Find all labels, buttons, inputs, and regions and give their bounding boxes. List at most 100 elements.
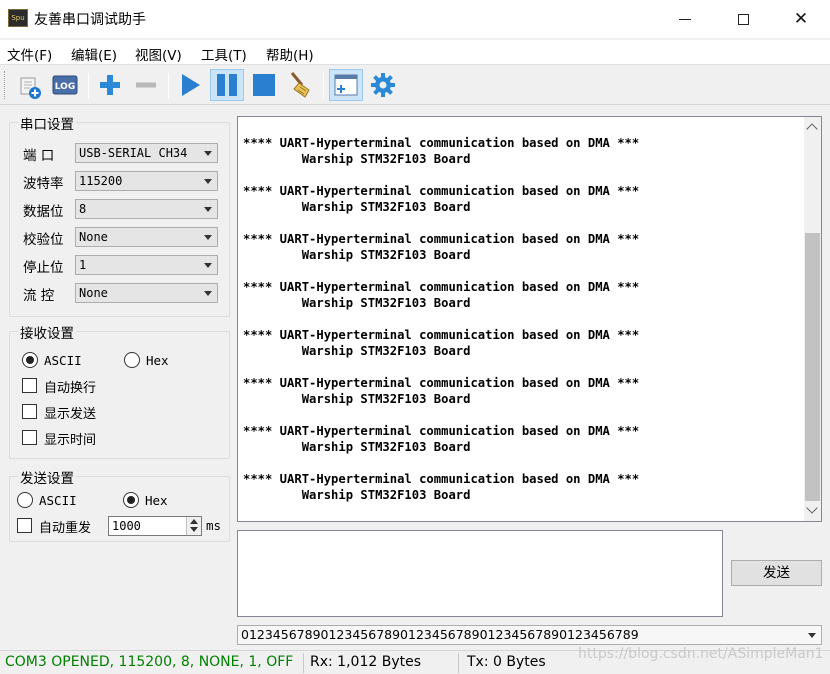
receive-line: Warship STM32F103 Board xyxy=(243,344,471,358)
receive-line xyxy=(243,311,639,327)
port-select[interactable]: USB-SERIAL CH34 xyxy=(75,143,218,163)
chevron-down-icon xyxy=(808,633,816,638)
parity-label: 校验位 xyxy=(23,232,64,248)
parity-select[interactable]: None xyxy=(75,227,218,247)
menu-view[interactable]: 视图(V) xyxy=(135,44,182,64)
send-ascii-label: ASCII xyxy=(39,493,77,508)
window-title: 友善串口调试助手 xyxy=(34,12,146,28)
menu-tools[interactable]: 工具(T) xyxy=(201,44,247,64)
maximize-button[interactable] xyxy=(720,0,766,38)
clear-button[interactable] xyxy=(284,69,318,101)
receive-line: **** UART-Hyperterminal communication ba… xyxy=(243,136,640,150)
close-button[interactable]: ✕ xyxy=(778,0,824,38)
port-value: USB-SERIAL CH34 xyxy=(79,146,188,160)
scroll-thumb[interactable] xyxy=(805,233,820,501)
add-window-button[interactable] xyxy=(329,69,363,101)
settings-button[interactable] xyxy=(366,69,400,101)
receive-line: Warship STM32F103 Board xyxy=(243,152,471,166)
send-history-select[interactable]: 0123456789012345678901234567890123456789… xyxy=(237,625,822,645)
auto-wrap-checkbox[interactable] xyxy=(22,378,37,393)
send-ascii-radio[interactable] xyxy=(17,492,33,508)
auto-resend-label: 自动重发 xyxy=(39,521,92,536)
remove-button[interactable] xyxy=(129,69,163,101)
receive-hex-label: Hex xyxy=(146,353,169,368)
clear-broom-icon xyxy=(290,72,310,98)
chevron-down-icon xyxy=(204,179,212,184)
receive-line: Warship STM32F103 Board xyxy=(243,392,471,406)
receive-settings-title: 接收设置 xyxy=(18,322,76,342)
minimize-button[interactable] xyxy=(662,0,708,38)
scroll-down-icon[interactable] xyxy=(806,502,818,514)
receive-line: **** UART-Hyperterminal communication ba… xyxy=(243,280,640,294)
chevron-down-icon xyxy=(204,291,212,296)
spin-down-icon[interactable] xyxy=(190,527,198,532)
pause-button[interactable] xyxy=(210,69,244,101)
receive-text-area[interactable]: **** UART-Hyperterminal communication ba… xyxy=(237,116,822,522)
send-history-value: 0123456789012345678901234567890123456789… xyxy=(241,627,639,642)
log-icon-text: LOG xyxy=(55,82,75,92)
send-text-area[interactable] xyxy=(237,530,723,617)
chevron-down-icon xyxy=(204,235,212,240)
receive-ascii-label: ASCII xyxy=(44,353,82,368)
app-icon: Spu xyxy=(8,9,28,27)
show-send-checkbox[interactable] xyxy=(22,404,37,419)
serial-settings-title: 串口设置 xyxy=(18,113,76,133)
toolbar-separator xyxy=(88,73,89,99)
interval-spinner[interactable] xyxy=(186,517,201,535)
close-icon: ✕ xyxy=(793,8,809,29)
settings-gear-icon xyxy=(371,73,395,97)
menu-help[interactable]: 帮助(H) xyxy=(266,44,314,64)
receive-line xyxy=(243,167,639,183)
data-bits-value: 8 xyxy=(79,202,87,216)
rx-count: Rx: 1,012 Bytes xyxy=(310,654,421,670)
flow-control-select[interactable]: None xyxy=(75,283,218,303)
stop-icon xyxy=(253,74,275,96)
resend-interval-value: 1000 xyxy=(112,519,141,533)
scroll-up-icon[interactable] xyxy=(806,123,818,135)
title-bar: Spu 友善串口调试助手 ✕ xyxy=(0,0,830,38)
stop-bits-value: 1 xyxy=(79,258,87,272)
receive-line xyxy=(243,215,639,231)
receive-hex-radio[interactable] xyxy=(124,352,140,368)
log-icon: LOG xyxy=(52,75,78,95)
add-icon xyxy=(100,75,120,95)
menu-edit[interactable]: 编辑(E) xyxy=(71,44,117,64)
add-button[interactable] xyxy=(93,69,127,101)
remove-icon xyxy=(136,82,156,88)
toolbar-separator xyxy=(323,73,324,99)
show-send-label: 显示发送 xyxy=(44,407,97,422)
stop-button[interactable] xyxy=(247,69,281,101)
receive-line xyxy=(243,455,639,471)
send-hex-radio[interactable] xyxy=(123,492,139,508)
receive-scrollbar[interactable] xyxy=(804,117,821,521)
resend-interval-input[interactable]: 1000 xyxy=(108,516,202,536)
log-button[interactable]: LOG xyxy=(48,69,82,101)
send-settings-title: 发送设置 xyxy=(18,467,76,487)
tx-count: Tx: 0 Bytes xyxy=(467,654,546,670)
send-hex-label: Hex xyxy=(145,493,168,508)
baud-rate-label: 波特率 xyxy=(23,176,64,192)
port-label: 端 口 xyxy=(23,148,55,164)
menu-file[interactable]: 文件(F) xyxy=(7,44,52,64)
spin-up-icon[interactable] xyxy=(190,519,198,524)
stop-bits-label: 停止位 xyxy=(23,260,64,276)
chevron-down-icon xyxy=(204,151,212,156)
minimize-icon xyxy=(679,18,691,20)
start-button[interactable] xyxy=(173,69,207,101)
receive-line xyxy=(243,263,639,279)
maximize-icon xyxy=(737,13,749,25)
add-window-icon xyxy=(334,74,358,96)
stop-bits-select[interactable]: 1 xyxy=(75,255,218,275)
new-session-button[interactable] xyxy=(12,69,46,101)
flow-control-label: 流 控 xyxy=(23,288,55,304)
data-bits-select[interactable]: 8 xyxy=(75,199,218,219)
chevron-down-icon xyxy=(204,263,212,268)
receive-line: Warship STM32F103 Board xyxy=(243,200,471,214)
send-button[interactable]: 发送 xyxy=(731,560,822,586)
receive-line: **** UART-Hyperterminal communication ba… xyxy=(243,376,640,390)
show-time-checkbox[interactable] xyxy=(22,430,37,445)
auto-resend-checkbox[interactable] xyxy=(17,518,32,533)
receive-ascii-radio[interactable] xyxy=(22,352,38,368)
new-session-icon xyxy=(20,77,41,99)
baud-rate-select[interactable]: 115200 xyxy=(75,171,218,191)
